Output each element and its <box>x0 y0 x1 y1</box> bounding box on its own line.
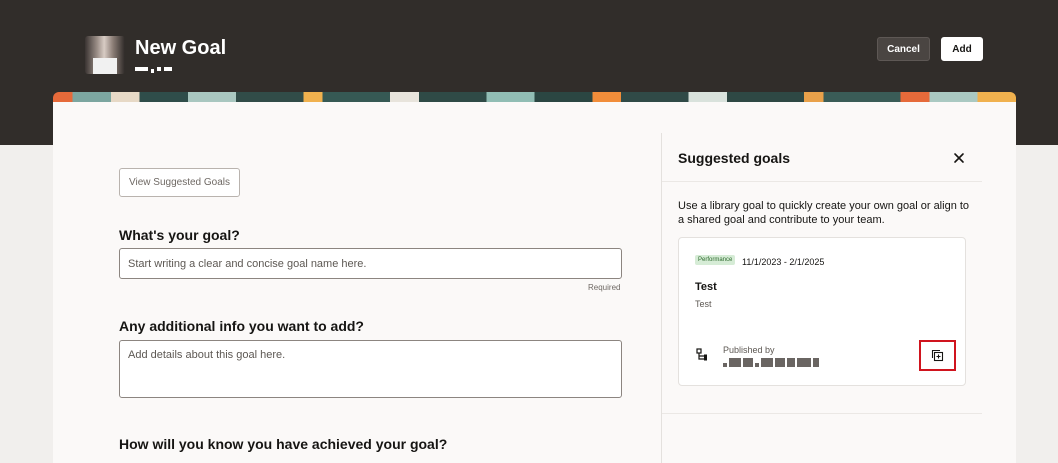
add-suggested-goal-button[interactable] <box>919 340 956 371</box>
panel-description: Use a library goal to quickly create you… <box>678 200 970 226</box>
panel-title: Suggested goals <box>678 150 791 166</box>
add-button[interactable]: Add <box>941 37 983 61</box>
published-by-label: Published by <box>723 345 775 355</box>
hierarchy-icon <box>696 348 707 361</box>
panel-bottom-divider <box>662 413 982 414</box>
achievement-label: How will you know you have achieved your… <box>119 436 448 452</box>
goal-name-label: What's your goal? <box>119 227 240 243</box>
redacted-publisher <box>723 358 819 367</box>
add-copy-icon <box>931 349 944 362</box>
goal-type-badge: Performance <box>695 255 736 265</box>
additional-info-label: Any additional info you want to add? <box>119 318 364 334</box>
additional-info-textarea[interactable] <box>119 340 622 398</box>
goal-name-input[interactable] <box>119 248 622 279</box>
close-icon <box>954 153 964 163</box>
panel-divider <box>662 181 982 182</box>
goal-dates: 11/1/2023 - 2/1/2025 <box>742 257 825 267</box>
page-title: New Goal <box>135 37 227 59</box>
decorative-banner <box>53 92 1016 102</box>
goal-description: Test <box>695 299 712 309</box>
close-panel-button[interactable] <box>950 149 968 167</box>
required-hint: Required <box>588 283 621 292</box>
avatar <box>85 36 125 74</box>
view-suggested-goals-button[interactable]: View Suggested Goals <box>119 168 240 197</box>
goal-name: Test <box>695 281 717 293</box>
cancel-button[interactable]: Cancel <box>877 37 930 61</box>
redacted-subtitle <box>135 67 183 73</box>
